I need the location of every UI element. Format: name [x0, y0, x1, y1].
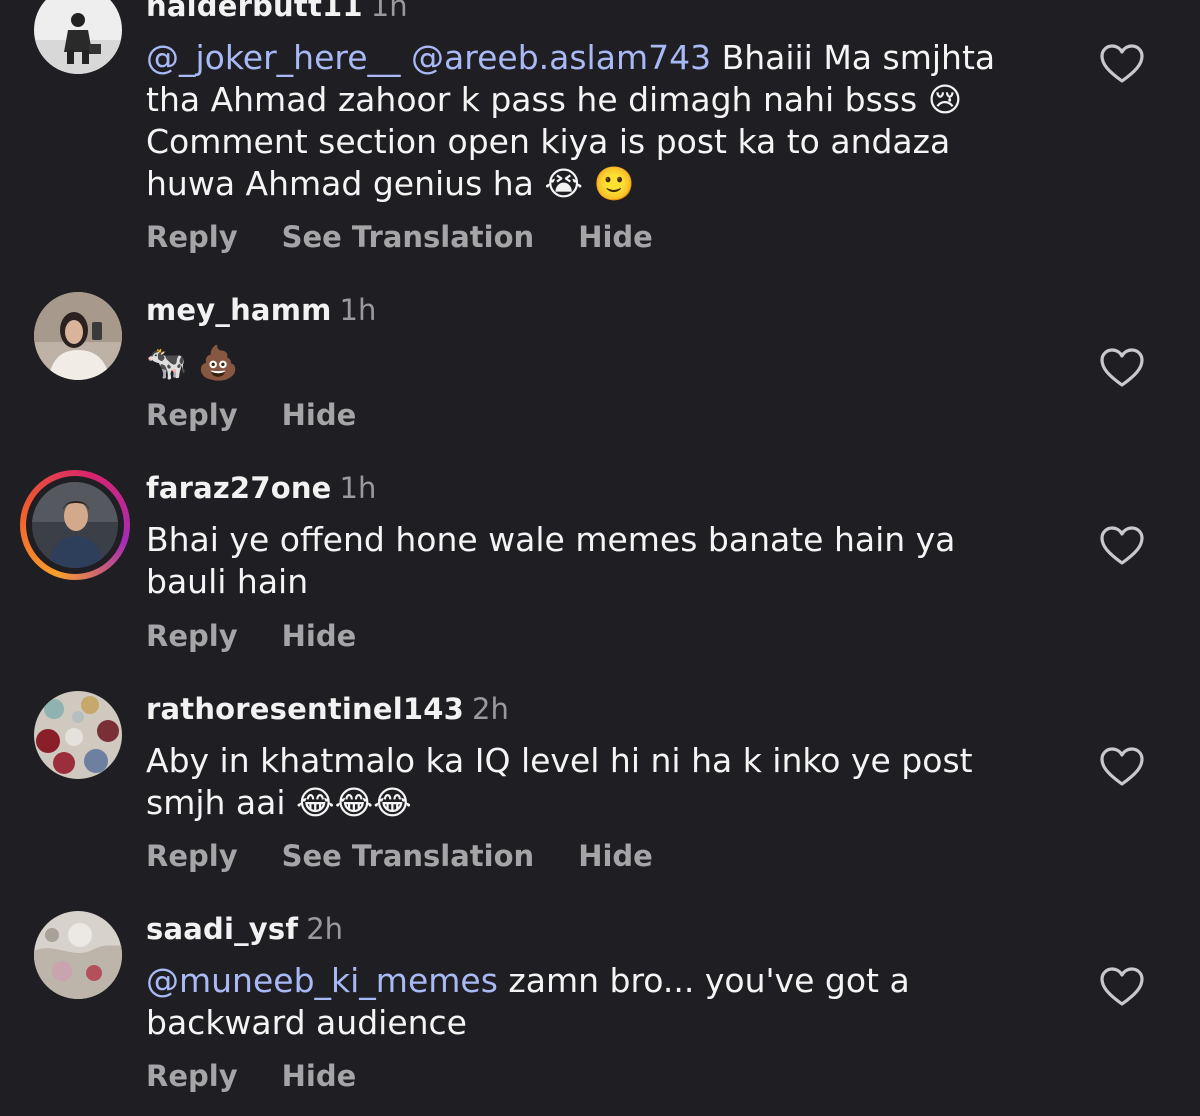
- comment-actions: Reply See Translation Hide: [146, 220, 697, 254]
- story-ring[interactable]: [20, 470, 130, 580]
- see-translation-button[interactable]: See Translation: [282, 220, 535, 254]
- mention-link[interactable]: @areeb.aslam743: [411, 38, 711, 77]
- reply-button[interactable]: Reply: [146, 619, 238, 653]
- comment-actions: Reply Hide: [146, 619, 400, 653]
- reply-button[interactable]: Reply: [146, 220, 238, 254]
- comment-text-segment: huwa Ahmad genius ha: [146, 164, 534, 203]
- crying-face-emoji: 😢: [927, 80, 963, 119]
- comment-text-segment: Comment section open kiya is post ka to …: [146, 122, 951, 161]
- timestamp: 1h: [370, 0, 408, 23]
- username[interactable]: saadi_ysf: [146, 912, 298, 946]
- timestamp: 2h: [306, 912, 344, 946]
- timestamp: 1h: [339, 471, 377, 505]
- emoji-group: 🐄 💩: [146, 343, 239, 382]
- comment-text: 🐄 💩: [146, 342, 1036, 384]
- comment-text: Aby in khatmalo ka IQ level hi ni ha k i…: [146, 740, 1036, 824]
- heart-outline-icon[interactable]: [1100, 526, 1144, 566]
- comment-actions: Reply See Translation Hide: [146, 839, 697, 873]
- hide-button[interactable]: Hide: [282, 1059, 357, 1093]
- comment-text-segment: Aby in khatmalo ka IQ level hi ni ha k i…: [146, 741, 973, 780]
- comment-text: Bhai ye offend hone wale memes banate ha…: [146, 519, 1036, 603]
- hide-button[interactable]: Hide: [282, 619, 357, 653]
- hide-button[interactable]: Hide: [578, 839, 653, 873]
- reply-button[interactable]: Reply: [146, 839, 238, 873]
- heart-outline-icon[interactable]: [1100, 44, 1144, 84]
- heart-outline-icon[interactable]: [1100, 747, 1144, 787]
- timestamp: 1h: [339, 293, 377, 327]
- comment-actions: Reply Hide: [146, 1059, 400, 1093]
- laughing-emoji-group: 😂😂😂: [296, 783, 412, 822]
- avatar[interactable]: [34, 292, 122, 380]
- heart-outline-icon[interactable]: [1100, 967, 1144, 1007]
- username[interactable]: mey_hamm: [146, 293, 332, 327]
- reply-button[interactable]: Reply: [146, 398, 238, 432]
- timestamp: 2h: [472, 692, 509, 726]
- comment-text-segment: Bhaiii Ma smjhta: [711, 38, 996, 77]
- username[interactable]: haiderbutt11: [146, 0, 363, 23]
- hide-button[interactable]: Hide: [578, 220, 653, 254]
- comment-text-segment: backward audience: [146, 1003, 467, 1042]
- see-translation-button[interactable]: See Translation: [282, 839, 535, 873]
- avatar[interactable]: [34, 0, 122, 74]
- emoji-group: 😭 🙂: [544, 164, 635, 203]
- mention-link[interactable]: @muneeb_ki_memes: [146, 961, 498, 1000]
- hide-button[interactable]: Hide: [282, 398, 357, 432]
- avatar: [32, 482, 118, 568]
- comment-text-segment: bauli hain: [146, 562, 309, 601]
- mention-link[interactable]: @_joker_here__: [146, 38, 401, 77]
- comment-text-segment: tha Ahmad zahoor k pass he dimagh nahi b…: [146, 80, 918, 119]
- comment-text-segment: zamn bro... you've got a: [497, 961, 910, 1000]
- reply-button[interactable]: Reply: [146, 1059, 238, 1093]
- heart-outline-icon[interactable]: [1100, 348, 1144, 388]
- comment-text-segment: smjh aai: [146, 783, 286, 822]
- username[interactable]: faraz27one: [146, 471, 332, 505]
- comment-text-segment: Bhai ye offend hone wale memes banate ha…: [146, 520, 956, 559]
- comment-actions: Reply Hide: [146, 398, 400, 432]
- avatar[interactable]: [34, 911, 122, 999]
- comment-text: @muneeb_ki_memes zamn bro... you've got …: [146, 960, 1036, 1044]
- username[interactable]: rathoresentinel143: [146, 692, 464, 726]
- avatar[interactable]: [34, 691, 122, 779]
- comment-text: @_joker_here__ @areeb.aslam743 Bhaiii Ma…: [146, 37, 1036, 205]
